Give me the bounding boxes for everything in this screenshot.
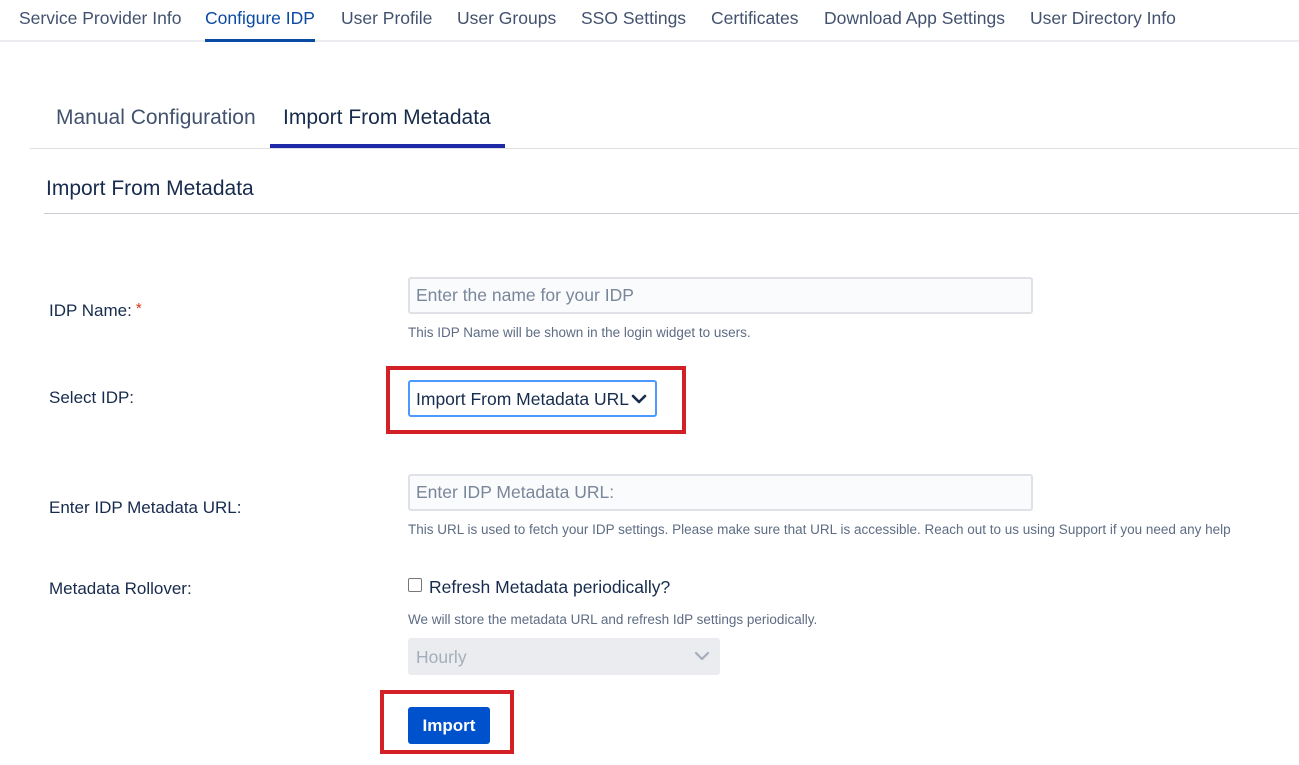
- metadata-url-label: Enter IDP Metadata URL:: [49, 498, 242, 517]
- select-idp-highlight-box: [386, 366, 686, 434]
- refresh-interval-select: Hourly: [408, 638, 720, 675]
- nav-user-profile[interactable]: User Profile: [341, 8, 432, 29]
- tab-import-from-metadata[interactable]: Import From Metadata: [283, 106, 491, 130]
- idp-name-label: IDP Name: *: [49, 300, 142, 321]
- nav-active-underline: [205, 39, 315, 42]
- idp-name-input[interactable]: [408, 277, 1033, 314]
- nav-configure-idp[interactable]: Configure IDP: [205, 8, 315, 29]
- idp-name-label-text: IDP Name:: [49, 301, 132, 320]
- rollover-help: We will store the metadata URL and refre…: [408, 612, 818, 627]
- idp-name-help: This IDP Name will be shown in the login…: [408, 325, 751, 340]
- section-title: Import From Metadata: [46, 177, 254, 200]
- metadata-url-help: This URL is used to fetch your IDP setti…: [408, 522, 1231, 537]
- select-idp-label: Select IDP:: [49, 388, 135, 407]
- nav-service-provider-info[interactable]: Service Provider Info: [19, 8, 181, 29]
- metadata-url-input[interactable]: [408, 474, 1033, 511]
- import-highlight-box: [380, 690, 514, 754]
- nav-user-groups[interactable]: User Groups: [457, 8, 556, 29]
- refresh-metadata-label[interactable]: Refresh Metadata periodically?: [429, 577, 670, 598]
- required-marker: *: [135, 300, 142, 317]
- tab-active-underline: [270, 144, 505, 148]
- nav-download-app-settings[interactable]: Download App Settings: [824, 8, 1005, 29]
- section-divider: [44, 213, 1299, 214]
- tab-manual-configuration[interactable]: Manual Configuration: [56, 106, 256, 130]
- top-nav: Service Provider Info Configure IDP User…: [0, 0, 1299, 42]
- chevron-down-icon: [694, 651, 710, 661]
- nav-certificates[interactable]: Certificates: [711, 8, 799, 29]
- config-tabs: Manual Configuration Import From Metadat…: [30, 92, 1299, 149]
- nav-sso-settings[interactable]: SSO Settings: [581, 8, 686, 29]
- refresh-interval-value: Hourly: [416, 647, 467, 667]
- nav-user-directory-info[interactable]: User Directory Info: [1030, 8, 1176, 29]
- refresh-metadata-checkbox[interactable]: [408, 578, 422, 592]
- metadata-rollover-label: Metadata Rollover:: [49, 579, 192, 598]
